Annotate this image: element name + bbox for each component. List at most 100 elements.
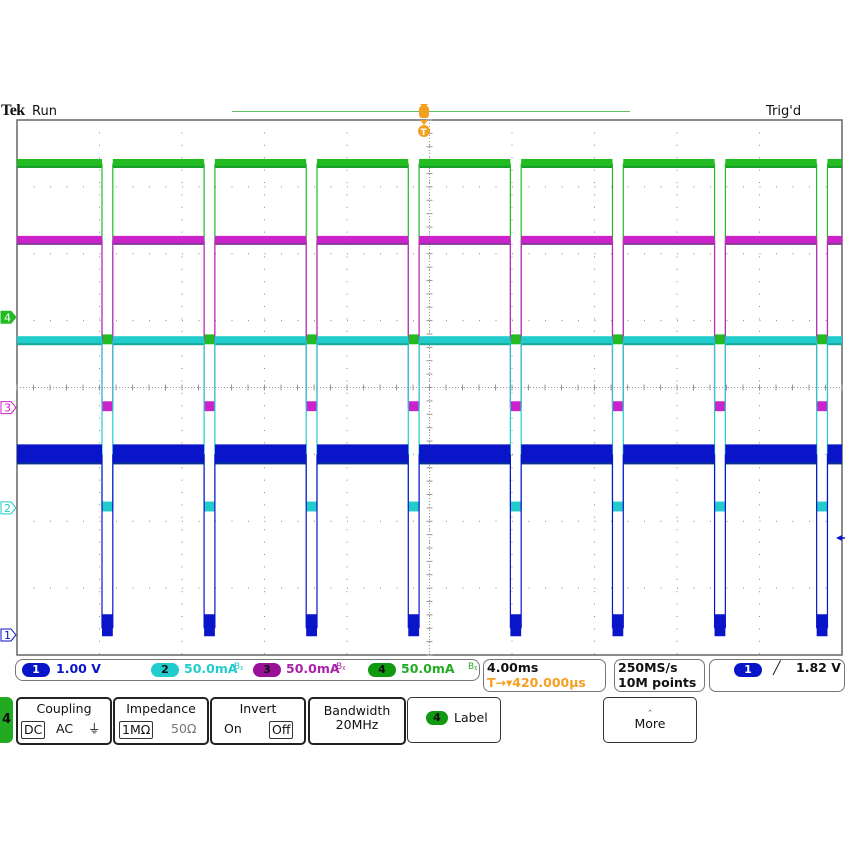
ch3-trace-shadow [521, 242, 613, 245]
rising-edge-icon: ╱ [773, 660, 781, 675]
ch2-pulse-level [612, 501, 624, 512]
ch2-marker-label: 2 [4, 502, 11, 515]
chevron-up-icon: ‸ [648, 701, 652, 712]
trigger-readout[interactable]: 1 ╱ 1.82 V [709, 659, 845, 692]
ch2-badge[interactable]: 2 [151, 663, 179, 677]
ch4-pulse-level [408, 334, 420, 345]
ch2-trace-shadow [827, 343, 842, 346]
ch4-trace-shadow [419, 165, 511, 168]
ch3-pulse-level [408, 401, 420, 412]
bandwidth-limit-icon: Bᵪ [234, 662, 244, 672]
ch1-pulse-level [816, 614, 828, 637]
invert-title: Invert [239, 701, 277, 716]
bandwidth-limit-icon: Bᵪ [468, 662, 478, 672]
ch3-scale[interactable]: 50.0mA [286, 661, 340, 676]
ch4-trace-shadow [623, 165, 715, 168]
trigger-position: T→▾420.000µs [487, 675, 586, 690]
ch3-trace-shadow [623, 242, 715, 245]
ch2-pulse-level [510, 501, 522, 512]
ch1-trace-band [17, 444, 102, 465]
ch1-pulse-level [102, 614, 113, 637]
ch4-pulse-level [816, 334, 828, 345]
ch1-trace-band [112, 444, 205, 465]
ch4-pulse-level [612, 334, 624, 345]
ch1-pulse-level [714, 614, 726, 637]
impedance-button[interactable]: Impedance 1MΩ 50Ω [113, 697, 209, 745]
ch1-pulse-level [612, 614, 624, 637]
coupling-dc[interactable]: DC [21, 721, 46, 739]
ch1-trace-band [419, 444, 511, 465]
ch4-pulse-level [102, 334, 113, 345]
sample-rate: 250MS/s [618, 660, 678, 675]
ch1-marker-label: 1 [4, 629, 11, 642]
more-text: More [634, 716, 666, 731]
ch1-badge[interactable]: 1 [22, 663, 50, 677]
ch4-trace-shadow [725, 165, 817, 168]
trigger-point-arrow [420, 120, 428, 125]
ch3-marker-label: 3 [4, 402, 11, 415]
invert-button[interactable]: Invert On Off [210, 697, 306, 745]
ch4-marker-label: 4 [4, 311, 11, 324]
invert-off[interactable]: Off [269, 721, 294, 739]
coupling-ac[interactable]: AC [54, 721, 75, 737]
bandwidth-title: Bandwidth [323, 703, 391, 718]
impedance-1mohm[interactable]: 1MΩ [119, 721, 154, 739]
ch1-trace-band [725, 444, 817, 465]
ch2-trace-shadow [17, 343, 102, 346]
trigger-expansion-marker-body [419, 106, 429, 118]
ch4-scale[interactable]: 50.0mA [401, 661, 455, 676]
label-text: Label [454, 710, 488, 725]
ch4-badge[interactable]: 4 [368, 663, 396, 677]
ch2-trace-shadow [316, 343, 409, 346]
ch4-trace-shadow [112, 165, 205, 168]
bandwidth-button[interactable]: Bandwidth 20MHz [308, 697, 406, 745]
ch1-pulse-level [204, 614, 215, 637]
more-button[interactable]: ‸ More [603, 697, 697, 743]
ch2-pulse-level [714, 501, 726, 512]
ch2-pulse-level [408, 501, 420, 512]
ch1-trace-band [316, 444, 409, 465]
record-length: 10M points [618, 675, 697, 690]
timebase-scale: 4.00ms [487, 660, 539, 675]
ch4-trace-shadow [17, 165, 102, 168]
ch1-trace-band [623, 444, 715, 465]
ch2-scale[interactable]: 50.0mA [184, 661, 238, 676]
ch4-trace-shadow [214, 165, 307, 168]
ch4-pulse-level [510, 334, 522, 345]
ch1-trace-shadow [214, 462, 307, 465]
coupling-title: Coupling [36, 701, 92, 716]
ch3-pulse-level [714, 401, 726, 412]
horizontal-readout[interactable]: 4.00ms T→▾420.000µs [483, 659, 606, 692]
ch2-trace-shadow [419, 343, 511, 346]
label-button[interactable]: 4 Label [407, 697, 501, 743]
ch3-pulse-level [204, 401, 215, 412]
channel-menu-tab[interactable]: 4 [0, 697, 13, 743]
trigger-source-badge: 1 [734, 663, 762, 677]
waveform-display[interactable]: 4 3 2 1 T [0, 0, 847, 660]
ground-icon[interactable]: ⏚ [86, 721, 103, 737]
ch2-pulse-level [204, 501, 215, 512]
ch3-trace-shadow [419, 242, 511, 245]
ch3-trace-shadow [725, 242, 817, 245]
ch4-pulse-level [204, 334, 215, 345]
ch1-pulse-level [408, 614, 420, 637]
channel-readout-bar: 1 1.00 V 2 50.0mA Bᵪ 3 50.0mA Bᵪ 4 50.0m… [15, 659, 480, 681]
ch4-trace-shadow [521, 165, 613, 168]
ch1-scale[interactable]: 1.00 V [56, 661, 101, 676]
ch3-pulse-level [510, 401, 522, 412]
ch3-pulse-level [306, 401, 317, 412]
ch1-trace-shadow [419, 462, 511, 465]
acquisition-readout[interactable]: 250MS/s 10M points [614, 659, 705, 692]
ch2-trace-shadow [521, 343, 613, 346]
ch4-trace-shadow [316, 165, 409, 168]
invert-on[interactable]: On [222, 721, 244, 737]
ch2-pulse-level [816, 501, 828, 512]
ch2-trace-shadow [214, 343, 307, 346]
ch1-trace-shadow [17, 462, 102, 465]
ch3-trace-shadow [214, 242, 307, 245]
ch4-pulse-level [714, 334, 726, 345]
ch3-badge[interactable]: 3 [253, 663, 281, 677]
coupling-button[interactable]: Coupling DC AC ⏚ [16, 697, 112, 745]
impedance-50ohm[interactable]: 50Ω [169, 721, 198, 737]
ch1-trace-shadow [623, 462, 715, 465]
